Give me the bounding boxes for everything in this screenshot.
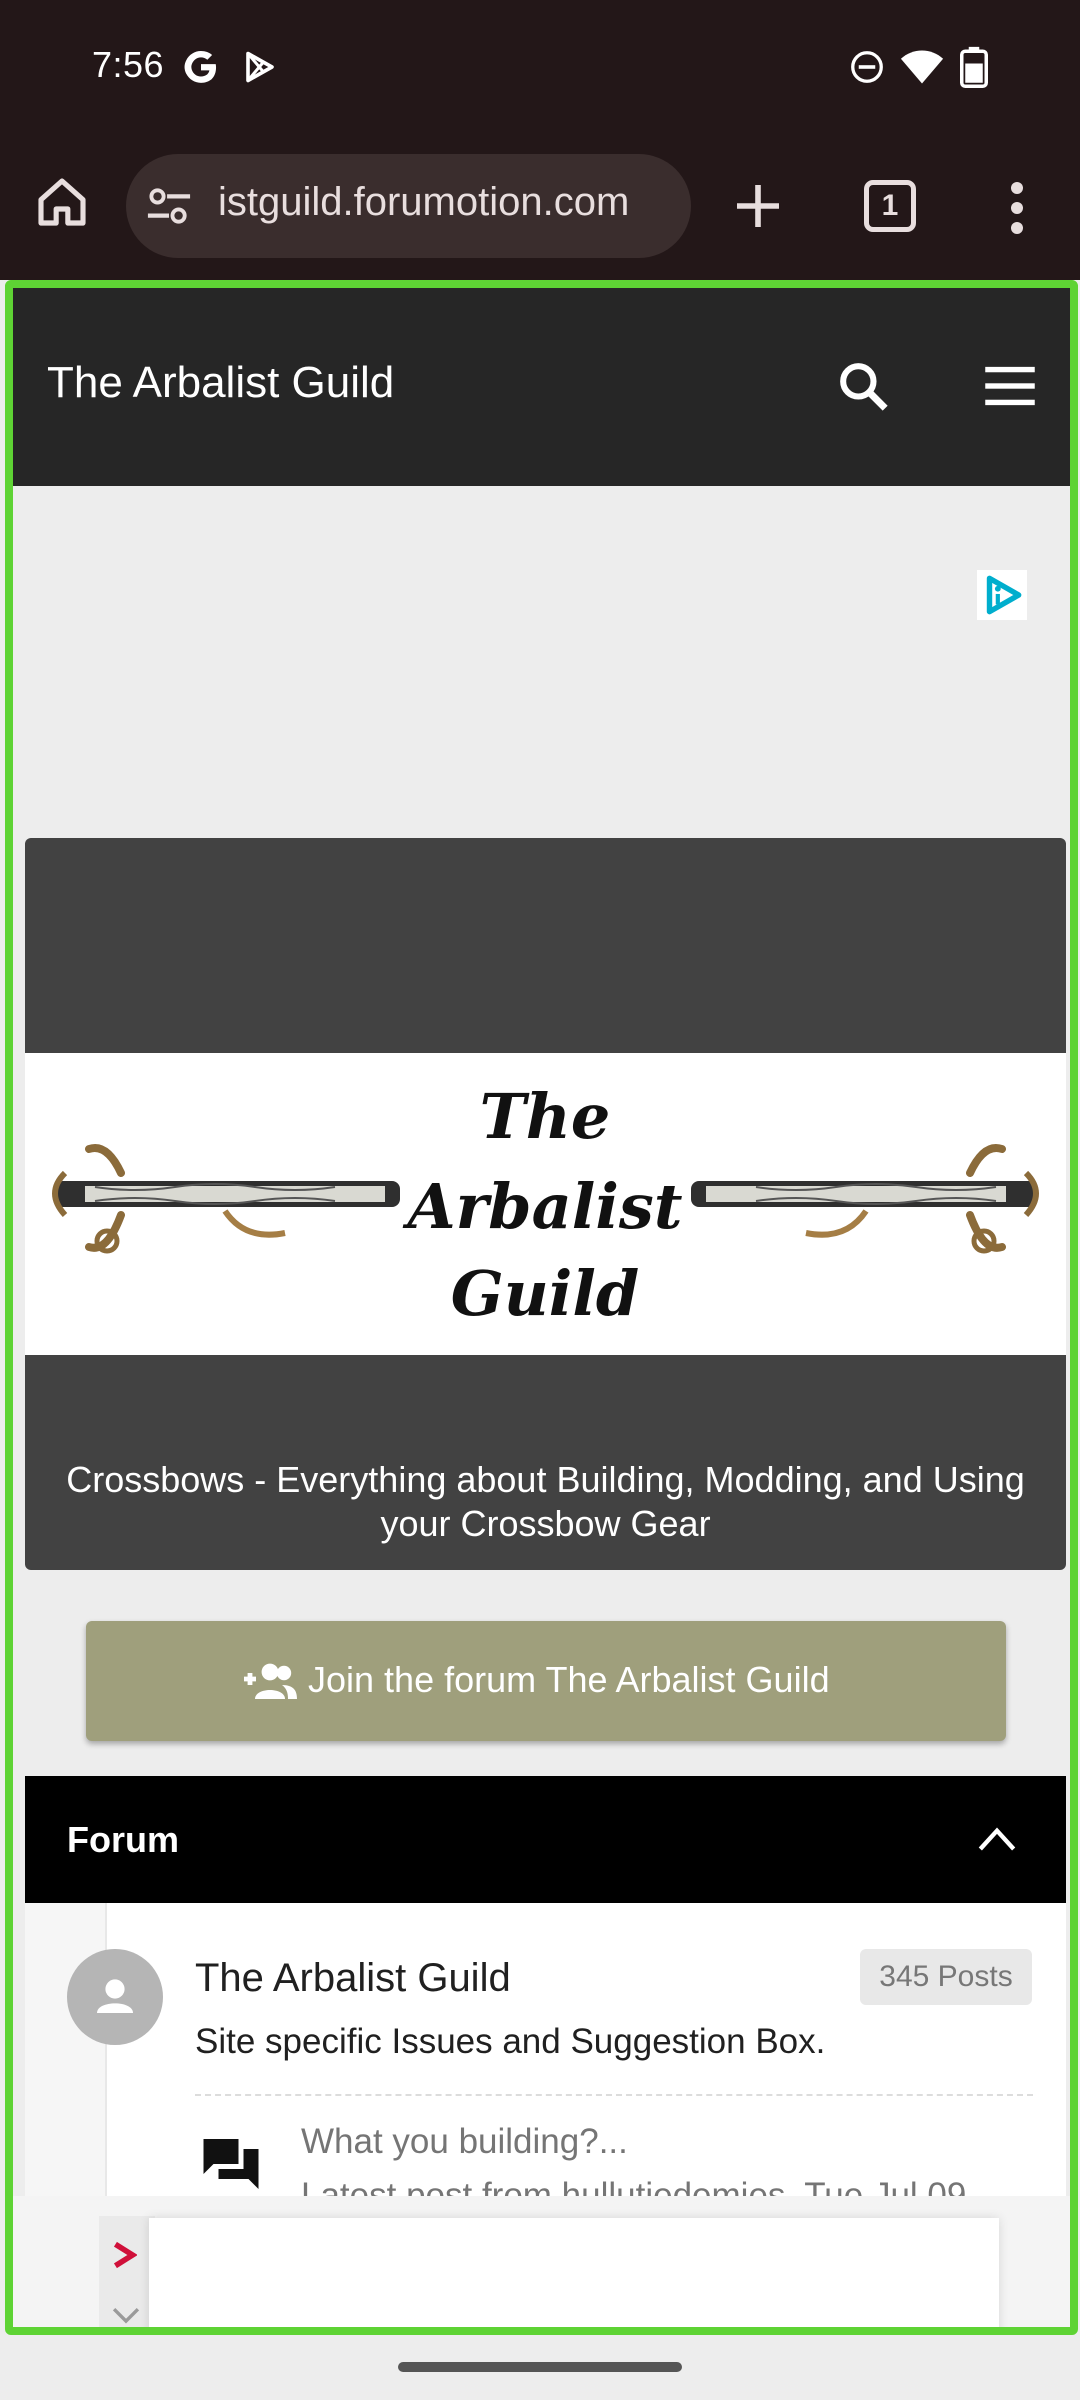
search-icon[interactable] xyxy=(835,358,891,414)
site-title[interactable]: The Arbalist Guild xyxy=(47,358,394,408)
status-time: 7:56 xyxy=(92,44,165,85)
google-icon xyxy=(184,51,217,83)
more-vert-icon[interactable] xyxy=(1000,180,1034,236)
svg-text:Arbalist: Arbalist xyxy=(403,1170,683,1243)
forum-category-header[interactable]: Forum xyxy=(25,1776,1066,1903)
gesture-nav-handle[interactable] xyxy=(398,2362,682,2372)
play-store-icon xyxy=(246,51,274,83)
right-crossbow-icon xyxy=(691,1144,1039,1254)
join-forum-button[interactable]: Join the forum The Arbalist Guild xyxy=(86,1621,1006,1741)
banner-logo-image: The Arbalist Guild xyxy=(25,1053,1066,1355)
latest-post-title[interactable]: What you building?... xyxy=(301,2122,628,2162)
divider xyxy=(195,2094,1033,2096)
web-page-viewport: The Arbalist Guild The Arbalist Guild Cr… xyxy=(5,280,1078,2335)
site-header: The Arbalist Guild xyxy=(13,288,1070,486)
forum-item-name[interactable]: The Arbalist Guild xyxy=(195,1956,511,2001)
hamburger-menu-icon[interactable] xyxy=(983,362,1037,410)
tune-icon[interactable] xyxy=(146,186,192,226)
ad-placeholder xyxy=(13,486,1070,836)
left-crossbow-icon xyxy=(52,1144,400,1254)
forum-item-description: Site specific Issues and Suggestion Box. xyxy=(195,2022,826,2061)
join-button-label[interactable]: Join the forum The Arbalist Guild xyxy=(308,1659,830,1701)
status-bar: 7:56 xyxy=(0,0,1080,140)
forum-banner: The Arbalist Guild Crossbows - Everythin… xyxy=(25,838,1066,1570)
ad-close-icon[interactable] xyxy=(109,2306,143,2326)
svg-text:Guild: Guild xyxy=(451,1257,639,1330)
chevron-up-icon[interactable] xyxy=(977,1824,1017,1854)
adchoices-icon[interactable] xyxy=(977,570,1027,620)
add-user-icon xyxy=(244,1663,297,1699)
ad-content[interactable] xyxy=(149,2218,999,2327)
person-icon xyxy=(97,1979,133,2013)
crossbow-logo-graphic: The Arbalist Guild xyxy=(52,1080,1039,1330)
posts-count-badge: 345 Posts xyxy=(860,1949,1032,2005)
battery-icon xyxy=(960,46,988,88)
banner-tagline: Crossbows - Everything about Building, M… xyxy=(66,1459,1025,1544)
forum-avatar xyxy=(67,1949,163,2045)
address-bar[interactable]: istguild.forumotion.com xyxy=(126,154,691,258)
url-text[interactable]: istguild.forumotion.com xyxy=(218,180,629,225)
ad-arrow-icon[interactable] xyxy=(111,2240,137,2270)
forum-chat-icon xyxy=(203,2139,259,2189)
forum-category-title: Forum xyxy=(67,1819,179,1860)
do-not-disturb-icon xyxy=(851,51,883,83)
plus-icon[interactable] xyxy=(730,178,786,234)
home-icon[interactable] xyxy=(34,174,90,230)
browser-toolbar: istguild.forumotion.com 1 xyxy=(0,140,1080,280)
wifi-icon xyxy=(900,50,944,84)
svg-text:The: The xyxy=(480,1080,611,1153)
tab-switcher-button[interactable]: 1 xyxy=(864,180,916,232)
bottom-ad-banner xyxy=(13,2196,1070,2327)
